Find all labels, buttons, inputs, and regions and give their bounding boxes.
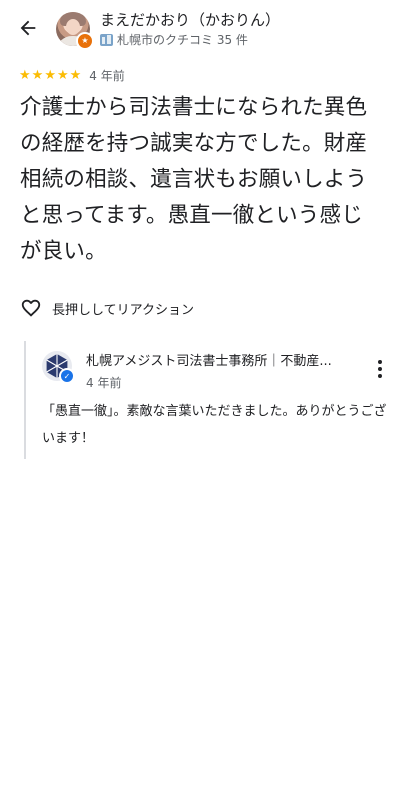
owner-reply-time: 4 年前 bbox=[86, 376, 122, 390]
more-vert-icon-dot bbox=[378, 360, 382, 364]
review-text: 介護士から司法書士になられた異色の経歴を持つ誠実な方でした。財産相続の相談、遺言… bbox=[20, 95, 368, 264]
star-icon: ★ bbox=[19, 68, 31, 83]
verified-check-icon: ✓ bbox=[59, 368, 75, 384]
star-icon: ★ bbox=[31, 68, 44, 83]
rating-row: ★ ★ ★ ★ ★ 4 年前 bbox=[19, 67, 125, 84]
author-review-count: 札幌市のクチコミ 35 件 bbox=[117, 33, 248, 47]
reply-divider bbox=[24, 341, 26, 459]
star-icon: ★ bbox=[44, 68, 56, 83]
local-guide-badge-icon: ★ bbox=[76, 32, 94, 50]
more-vert-icon-dot bbox=[378, 367, 382, 371]
reaction-label: 長押ししてリアクション bbox=[52, 302, 194, 318]
author-meta: 札幌市のクチコミ 35 件 bbox=[100, 31, 248, 48]
heart-outline-icon bbox=[21, 299, 41, 317]
star-rating: ★ ★ ★ ★ ★ bbox=[19, 69, 81, 82]
more-options-button[interactable] bbox=[372, 358, 388, 380]
owner-name[interactable]: 札幌アメジスト司法書士事務所｜不動産... bbox=[86, 350, 354, 369]
arrow-left-icon bbox=[20, 20, 36, 36]
star-icon: ★ bbox=[69, 68, 82, 83]
review-header: ★ まえだかおり（かおりん） 札幌市のクチコミ 35 件 bbox=[0, 0, 400, 64]
back-button[interactable] bbox=[12, 12, 44, 44]
reaction-button[interactable]: 長押ししてリアクション bbox=[20, 297, 194, 319]
city-icon bbox=[100, 33, 113, 46]
review-time: 4 年前 bbox=[89, 69, 125, 83]
author-name[interactable]: まえだかおり（かおりん） bbox=[100, 9, 280, 30]
owner-logo[interactable]: ✓ bbox=[42, 351, 75, 384]
more-vert-icon-dot bbox=[378, 374, 382, 378]
star-icon: ★ bbox=[56, 68, 69, 83]
author-avatar[interactable]: ★ bbox=[56, 12, 94, 50]
owner-reply-text: 「愚直一徹」。素敵な言葉いただきました。ありがとうございます！ bbox=[42, 404, 387, 446]
